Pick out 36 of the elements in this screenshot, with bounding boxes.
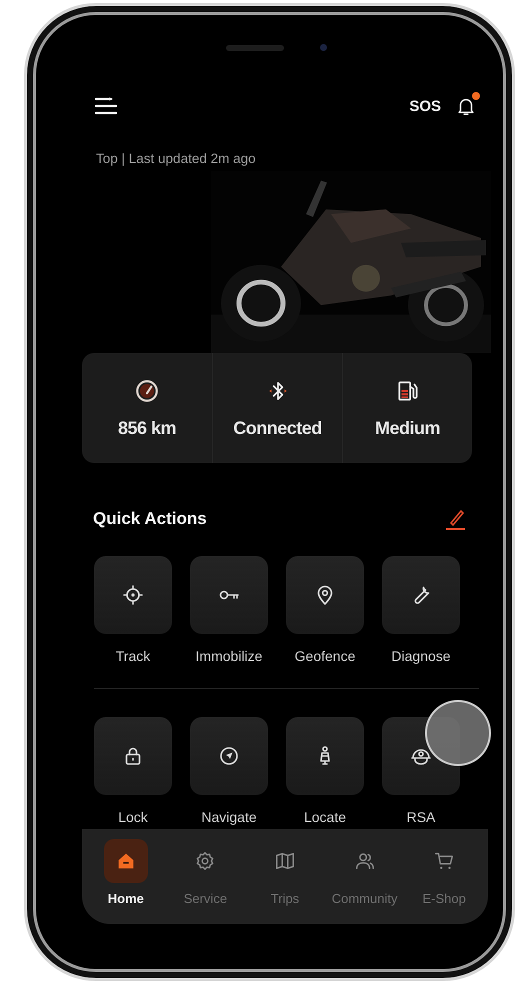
action-label: Track [116, 648, 150, 666]
action-tile[interactable] [190, 717, 268, 795]
nav-tab[interactable]: Community [326, 839, 404, 924]
action-label: Diagnose [391, 648, 451, 666]
action-label: Immobilize [196, 648, 262, 666]
last-updated-text: Top | Last updated 2m ago [95, 151, 257, 168]
nav-tab[interactable]: Trips [246, 839, 324, 924]
stat-value: 856 km [118, 418, 176, 438]
gear-icon [194, 850, 216, 872]
speaker-grille [226, 44, 284, 50]
crosshair-icon [121, 583, 145, 607]
action-tile[interactable] [382, 556, 460, 634]
action-tile[interactable] [190, 556, 268, 634]
action-tile[interactable] [286, 717, 364, 795]
action-label: Navigate [201, 809, 257, 827]
menu-icon[interactable] [95, 97, 117, 115]
nav-tab[interactable]: E-Shop [405, 839, 484, 924]
camera-dot [320, 44, 327, 51]
action-label: Lock [118, 809, 148, 827]
action-label: RSA [406, 809, 436, 827]
action-tile[interactable] [286, 556, 364, 634]
stat-value: Connected [233, 418, 322, 438]
section-title: Quick Actions [93, 509, 207, 529]
navigation-icon [217, 744, 241, 768]
speedometer-icon [134, 378, 160, 404]
stat-value: Medium [374, 418, 440, 438]
sos-button[interactable]: SOS [409, 98, 441, 114]
action-tile[interactable] [94, 717, 172, 795]
action-label: Geofence [294, 648, 356, 666]
action-label: Locate [304, 809, 346, 827]
map-icon [274, 850, 296, 872]
cart-icon [433, 850, 456, 872]
edit-icon[interactable] [443, 508, 467, 530]
nav-tab[interactable]: Service [166, 839, 244, 924]
nav-tab[interactable]: Home [86, 839, 165, 924]
action-tile[interactable] [94, 556, 172, 634]
